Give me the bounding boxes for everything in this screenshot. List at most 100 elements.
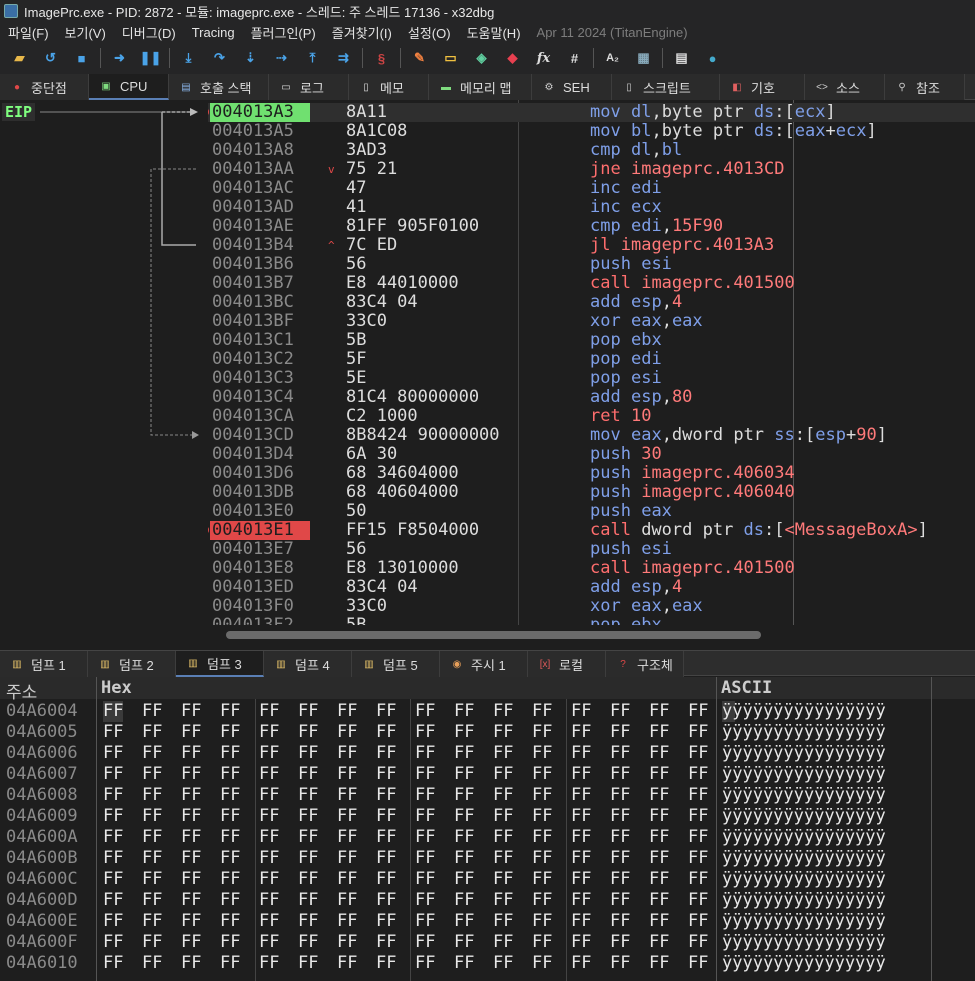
dump-row[interactable]: 04A600B FF FF FF FF FF FF FF FF FF FF FF FF FF FF FF FF ÿ…	[0, 848, 975, 869]
restart-icon[interactable]: ↺	[40, 47, 62, 69]
disasm-row[interactable]: 004013F0 33C0 xor eax,eax	[208, 597, 975, 616]
disasm-row[interactable]: 004013C3 5E pop esi	[208, 369, 975, 388]
disasm-row[interactable]: 004013B6 56 push esi	[208, 255, 975, 274]
breakpoint-dot[interactable]	[208, 525, 209, 535]
top-tab-10[interactable]: ⚲ 참조	[885, 74, 965, 100]
trace-into-icon[interactable]: ⇣	[240, 47, 262, 69]
disasm-row[interactable]: 004013E7 56 push esi	[208, 540, 975, 559]
bottom-tab-1[interactable]: ▥ 덤프 2	[88, 651, 176, 677]
dump-row[interactable]: 04A6010 FF FF FF FF FF FF FF FF FF FF FF FF FF FF FF FF ÿ…	[0, 953, 975, 974]
top-tab-0[interactable]: ● 중단점	[0, 74, 89, 100]
dump-row[interactable]: 04A6004 FF FF FF FF FF FF FF FF FF FF FF FF FF FF FF FF ÿ…	[0, 701, 975, 722]
label-icon[interactable]: ◈	[471, 47, 493, 69]
disassembly-list[interactable]: 004013A3 8A11 mov dl,byte ptr ds:[ecx] 0040…	[208, 100, 975, 625]
stop-icon[interactable]: ■	[71, 47, 93, 69]
trace-over-icon[interactable]: ⇢	[271, 47, 293, 69]
execute-till-return-icon[interactable]: ⤒	[302, 47, 324, 69]
disasm-row[interactable]: 004013AA v 75 21 jne imageprc.4013CD	[208, 160, 975, 179]
menu-item-3[interactable]: Tracing	[184, 25, 243, 40]
dump-row[interactable]: 04A6008 FF FF FF FF FF FF FF FF FF FF FF FF FF FF FF FF ÿ…	[0, 785, 975, 806]
open-icon[interactable]: ▰	[9, 47, 31, 69]
top-tab-8[interactable]: ◧ 기호	[720, 74, 805, 100]
disasm-row[interactable]: 004013BC 83C4 04 add esp,4	[208, 293, 975, 312]
disasm-row[interactable]: 004013AD 41 inc ecx	[208, 198, 975, 217]
menu-item-0[interactable]: 파일(F)	[0, 23, 57, 42]
disasm-row[interactable]: 004013AC 47 inc edi	[208, 179, 975, 198]
dump-row[interactable]: 04A6006 FF FF FF FF FF FF FF FF FF FF FF FF FF FF FF FF ÿ…	[0, 743, 975, 764]
font-icon[interactable]: A₂	[602, 47, 624, 69]
dump-row[interactable]: 04A6009 FF FF FF FF FF FF FF FF FF FF FF FF FF FF FF FF ÿ…	[0, 806, 975, 827]
top-tab-6[interactable]: ⚙ SEH	[532, 74, 612, 100]
top-tab-4[interactable]: ▯ 메모	[349, 74, 429, 100]
globe-icon[interactable]: ●	[702, 47, 724, 69]
menu-item-1[interactable]: 보기(V)	[57, 23, 114, 42]
disasm-row[interactable]: 004013A8 3AD3 cmp dl,bl	[208, 141, 975, 160]
comment-icon[interactable]: ▭	[440, 47, 462, 69]
disasm-row[interactable]: 004013B4 ^ 7C ED jl imageprc.4013A3	[208, 236, 975, 255]
run-to-user-code-icon[interactable]: ⇉	[333, 47, 355, 69]
disasm-row[interactable]: 004013BF 33C0 xor eax,eax	[208, 312, 975, 331]
preferences-icon[interactable]: ▤	[671, 47, 693, 69]
dump-row[interactable]: 04A600E FF FF FF FF FF FF FF FF FF FF FF FF FF FF FF FF ÿ…	[0, 911, 975, 932]
dump-view[interactable]: 주소 Hex ASCII 04A6004 FF FF FF FF FF FF FF FF FF FF…	[0, 677, 975, 981]
dump-row[interactable]: 04A600D FF FF FF FF FF FF FF FF FF FF FF FF FF FF FF FF ÿ…	[0, 890, 975, 911]
disasm-row[interactable]: 004013E8 E8 13010000 call imageprc.401500	[208, 559, 975, 578]
disasm-row[interactable]: 004013A5 8A1C08 mov bl,byte ptr ds:[eax+ec…	[208, 122, 975, 141]
dump-row[interactable]: 04A600F FF FF FF FF FF FF FF FF FF FF FF FF FF FF FF FF ÿ…	[0, 932, 975, 953]
menu-item-2[interactable]: 디버그(D)	[114, 23, 184, 42]
address-column-header[interactable]: 주소	[6, 678, 37, 703]
top-tab-7[interactable]: ▯ 스크립트	[612, 74, 720, 100]
menu-item-6[interactable]: 설정(O)	[400, 23, 459, 42]
top-tab-2[interactable]: ▤ 호출 스택	[169, 74, 269, 100]
dump-row[interactable]: 04A600A FF FF FF FF FF FF FF FF FF FF FF FF FF FF FF FF ÿ…	[0, 827, 975, 848]
dump-row[interactable]: 04A6005 FF FF FF FF FF FF FF FF FF FF FF FF FF FF FF FF ÿ…	[0, 722, 975, 743]
bottom-tab-7[interactable]: ? 구조체	[606, 651, 684, 677]
bottom-tab-6[interactable]: [x] 로컬	[528, 651, 606, 677]
top-tab-1[interactable]: ▣ CPU	[89, 74, 169, 100]
run-icon[interactable]: ➜	[109, 47, 131, 69]
disasm-row[interactable]: 004013CD 8B8424 90000000 mov eax,dword ptr…	[208, 426, 975, 445]
bottom-tab-3[interactable]: ▥ 덤프 4	[264, 651, 352, 677]
pause-icon[interactable]: ❚❚	[140, 47, 162, 69]
scrollbar-thumb[interactable]	[226, 631, 761, 639]
hex-column-header[interactable]: Hex	[101, 678, 132, 698]
bookmark-icon[interactable]: ◆	[502, 47, 524, 69]
calculator-icon[interactable]: ▦	[633, 47, 655, 69]
bottom-tab-0[interactable]: ▥ 덤프 1	[0, 651, 88, 677]
disasm-row[interactable]: 004013E1 FF15 F8504000 call dword ptr ds:[…	[208, 521, 975, 540]
ascii-column-header[interactable]: ASCII	[721, 678, 772, 698]
disasm-row[interactable]: 004013D4 6A 30 push 30	[208, 445, 975, 464]
disasm-row[interactable]: 004013ED 83C4 04 add esp,4	[208, 578, 975, 597]
disasm-row[interactable]: 004013B7 E8 44010000 call imageprc.401500	[208, 274, 975, 293]
disasm-row[interactable]: 004013A3 8A11 mov dl,byte ptr ds:[ecx]	[208, 103, 975, 122]
patch-icon[interactable]: ✎	[409, 47, 431, 69]
menu-item-4[interactable]: 플러그인(P)	[243, 23, 324, 42]
breakpoint-dot[interactable]	[208, 107, 209, 117]
disasm-row[interactable]: 004013D6 68 34604000 push imageprc.406034	[208, 464, 975, 483]
horizontal-scrollbar[interactable]	[208, 628, 975, 642]
bottom-tab-2[interactable]: ▥ 덤프 3	[176, 651, 264, 677]
menu-item-7[interactable]: 도움말(H)	[459, 23, 529, 42]
function-icon[interactable]: fx	[533, 47, 555, 69]
hash-icon[interactable]: #	[564, 47, 586, 69]
disasm-row[interactable]: 004013F2 5B pop ebx	[208, 616, 975, 626]
step-into-icon[interactable]: ⤓	[178, 47, 200, 69]
disasm-row[interactable]: 004013DB 68 40604000 push imageprc.406040	[208, 483, 975, 502]
bottom-tab-5[interactable]: ◉ 주시 1	[440, 651, 528, 677]
dump-row[interactable]: 04A6007 FF FF FF FF FF FF FF FF FF FF FF FF FF FF FF FF ÿ…	[0, 764, 975, 785]
disasm-row[interactable]: 004013E0 50 push eax	[208, 502, 975, 521]
top-tab-9[interactable]: <> 소스	[805, 74, 885, 100]
bottom-tab-4[interactable]: ▥ 덤프 5	[352, 651, 440, 677]
cpu-view[interactable]: EIP 004013A3 8A11 mov dl,byte ptr ds:[ecx]…	[0, 100, 975, 645]
disasm-row[interactable]: 004013CA C2 1000 ret 10	[208, 407, 975, 426]
disasm-row[interactable]: 004013C2 5F pop edi	[208, 350, 975, 369]
disasm-row[interactable]: 004013AE 81FF 905F0100 cmp edi,15F90	[208, 217, 975, 236]
scylla-icon[interactable]: §	[371, 47, 393, 69]
step-over-icon[interactable]: ↷	[209, 47, 231, 69]
dump-row[interactable]: 04A600C FF FF FF FF FF FF FF FF FF FF FF FF FF FF FF FF ÿ…	[0, 869, 975, 890]
top-tab-5[interactable]: ▬ 메모리 맵	[429, 74, 532, 100]
disasm-row[interactable]: 004013C4 81C4 80000000 add esp,80	[208, 388, 975, 407]
top-tab-3[interactable]: ▭ 로그	[269, 74, 349, 100]
disasm-row[interactable]: 004013C1 5B pop ebx	[208, 331, 975, 350]
menu-item-5[interactable]: 즐겨찾기(I)	[324, 23, 400, 42]
